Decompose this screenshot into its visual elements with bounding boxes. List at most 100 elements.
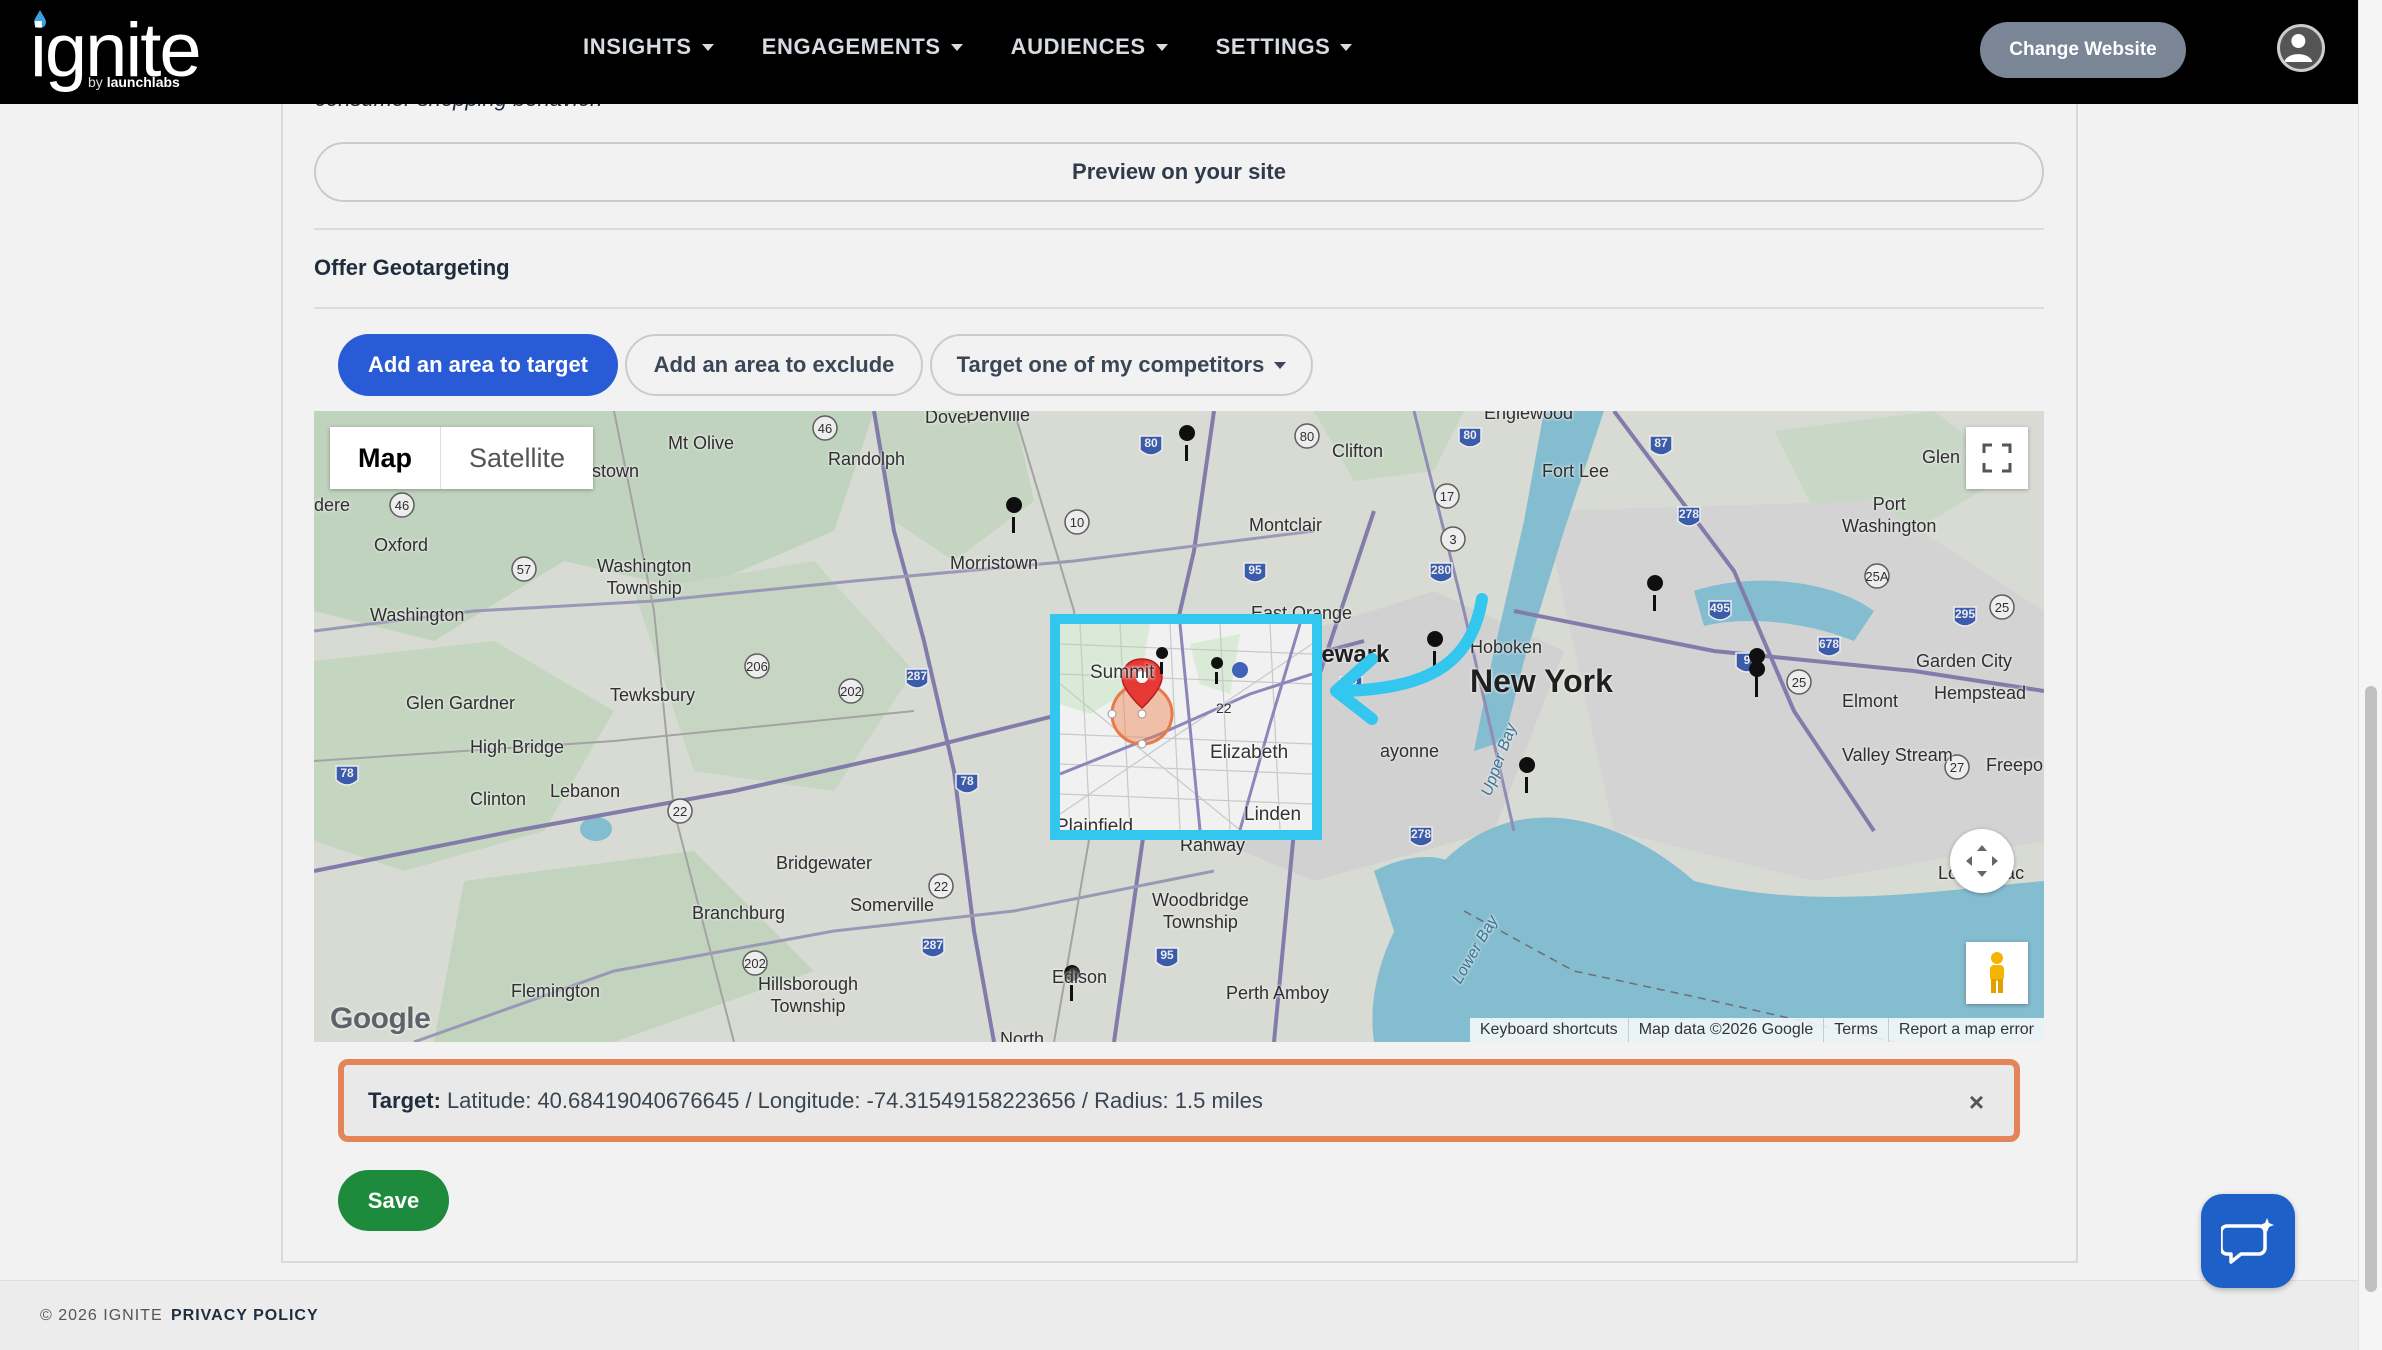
map-label: High Bridge — [470, 737, 565, 757]
svg-text:25: 25 — [1995, 600, 2009, 615]
svg-text:25: 25 — [1792, 675, 1806, 690]
camera-control-button[interactable] — [1950, 829, 2014, 893]
map-label: Washington — [370, 605, 465, 625]
nav-settings[interactable]: SETTINGS — [1216, 34, 1353, 60]
user-icon — [2284, 34, 2313, 62]
terms-link[interactable]: Terms — [1823, 1018, 1888, 1042]
map-type-satellite-button[interactable]: Satellite — [441, 427, 594, 489]
svg-text:46: 46 — [395, 498, 409, 513]
map-type-control: Map Satellite — [330, 427, 594, 489]
map-label: Washington Township — [597, 556, 692, 598]
keyboard-shortcuts-link[interactable]: Keyboard shortcuts — [1470, 1018, 1628, 1042]
svg-text:80: 80 — [1144, 436, 1158, 450]
save-button[interactable]: Save — [338, 1170, 449, 1231]
map-label: stown — [592, 461, 640, 481]
svg-text:22: 22 — [673, 804, 687, 819]
report-map-error-link[interactable]: Report a map error — [1887, 1018, 2044, 1042]
user-avatar[interactable] — [2277, 24, 2325, 72]
map-label: Denville — [966, 411, 1031, 425]
svg-text:678: 678 — [1819, 637, 1839, 651]
chevron-down-icon — [1155, 43, 1168, 51]
target-coordinates: Latitude: 40.68419040676645 / Longitude:… — [446, 1087, 1263, 1113]
ignite-logo[interactable]: ignite by launchlabs — [30, 8, 210, 98]
svg-text:206: 206 — [746, 659, 768, 674]
chat-icon — [2221, 1218, 2274, 1264]
map-label: Freepo — [1986, 755, 2044, 775]
privacy-policy-link[interactable]: PRIVACY POLICY — [171, 1307, 319, 1325]
inset-label-linden: Linden — [1244, 804, 1302, 825]
street-view-pegman-button[interactable] — [1966, 942, 2028, 1004]
map-label: Clifton — [1332, 441, 1384, 461]
svg-text:80: 80 — [1300, 429, 1314, 444]
nav-audiences[interactable]: AUDIENCES — [1011, 34, 1168, 60]
map-label: Randolph — [828, 449, 906, 469]
svg-text:3: 3 — [1449, 532, 1456, 547]
map-type-map-button[interactable]: Map — [330, 427, 441, 489]
map-label: Englewood — [1484, 411, 1574, 423]
camera-control-icon — [1966, 845, 1998, 877]
add-exclude-area-button[interactable]: Add an area to exclude — [625, 334, 923, 396]
map-label: Fort Lee — [1542, 461, 1610, 481]
svg-text:78: 78 — [340, 766, 354, 780]
scrollbar-thumb[interactable] — [2365, 686, 2377, 1292]
target-competitor-dropdown[interactable]: Target one of my competitors — [930, 334, 1313, 396]
svg-text:25A: 25A — [1865, 569, 1888, 584]
geotargeting-map[interactable]: 46 46 57 10 17 3 25A 25 25 27 206 202 22 22 202 80… — [314, 411, 2044, 1042]
add-target-area-button[interactable]: Add an area to target — [338, 334, 618, 396]
map-label: Tewksbury — [610, 685, 696, 705]
map-label: Garden City — [1916, 651, 2013, 671]
svg-text:202: 202 — [840, 684, 862, 699]
map-label: Morristown — [950, 553, 1039, 573]
main-nav: INSIGHTS ENGAGEMENTS AUDIENCES SETTINGS — [583, 34, 1353, 60]
chevron-down-icon — [701, 43, 714, 51]
svg-text:46: 46 — [818, 421, 832, 436]
fullscreen-button[interactable] — [1966, 427, 2028, 489]
svg-text:278: 278 — [1411, 827, 1431, 841]
map-label: Edison — [1052, 967, 1108, 987]
map-label: Somerville — [850, 895, 935, 915]
page-scrollbar[interactable] — [2358, 0, 2382, 1350]
map-label: Lebanon — [550, 781, 621, 801]
svg-text:295: 295 — [1955, 607, 1975, 621]
divider — [314, 228, 2044, 230]
logo-byline: by launchlabs — [88, 74, 180, 90]
map-label: Perth Amboy — [1226, 983, 1330, 1003]
map-label: Flemington — [511, 981, 601, 1001]
map-label: Branchburg — [692, 903, 786, 923]
svg-text:202: 202 — [744, 956, 766, 971]
svg-text:17: 17 — [1440, 489, 1454, 504]
svg-text:278: 278 — [1679, 507, 1699, 521]
remove-target-close-icon[interactable]: × — [1969, 1087, 1984, 1118]
map-label: ayonne — [1380, 741, 1440, 761]
divider — [314, 307, 2044, 309]
map-label: Hillsborough Township — [758, 974, 859, 1016]
chat-support-button[interactable] — [2201, 1194, 2295, 1288]
map-attribution: Keyboard shortcuts Map data ©2026 Google… — [1469, 1018, 2044, 1042]
change-website-button[interactable]: Change Website — [1980, 22, 2186, 78]
competitor-dropdown-label: Target one of my competitors — [956, 352, 1265, 377]
chevron-down-icon — [950, 43, 963, 51]
svg-text:287: 287 — [923, 938, 943, 952]
chevron-down-icon — [1340, 43, 1353, 51]
preview-on-site-button[interactable]: Preview on your site — [314, 142, 2044, 202]
map-label: Bridgewater — [776, 853, 873, 873]
map-label: Mt Olive — [668, 433, 735, 453]
svg-text:22: 22 — [934, 879, 948, 894]
svg-text:57: 57 — [517, 562, 531, 577]
zoom-inset: Summit Elizabeth Linden Plainfield 22 — [1050, 614, 1322, 840]
target-summary: Target: Latitude: 40.68419040676645 / Lo… — [338, 1059, 2020, 1142]
inset-label-elizabeth: Elizabeth — [1210, 742, 1289, 763]
fullscreen-icon — [1982, 443, 2012, 473]
svg-text:80: 80 — [1463, 428, 1477, 442]
chevron-down-icon — [1274, 361, 1287, 369]
svg-text:95: 95 — [1160, 948, 1174, 962]
map-data-credit: Map data ©2026 Google — [1627, 1018, 1824, 1042]
nav-engagements[interactable]: ENGAGEMENTS — [762, 34, 963, 60]
nav-insights[interactable]: INSIGHTS — [583, 34, 714, 60]
map-label: Oxford — [374, 535, 429, 555]
footer: © 2026 IGNITE PRIVACY POLICY — [0, 1280, 2358, 1350]
inset-map-canvas — [1060, 624, 1312, 830]
map-label: Woodbridge Township — [1152, 890, 1249, 932]
map-label: dere — [314, 495, 351, 515]
map-label: Montclair — [1249, 515, 1323, 535]
